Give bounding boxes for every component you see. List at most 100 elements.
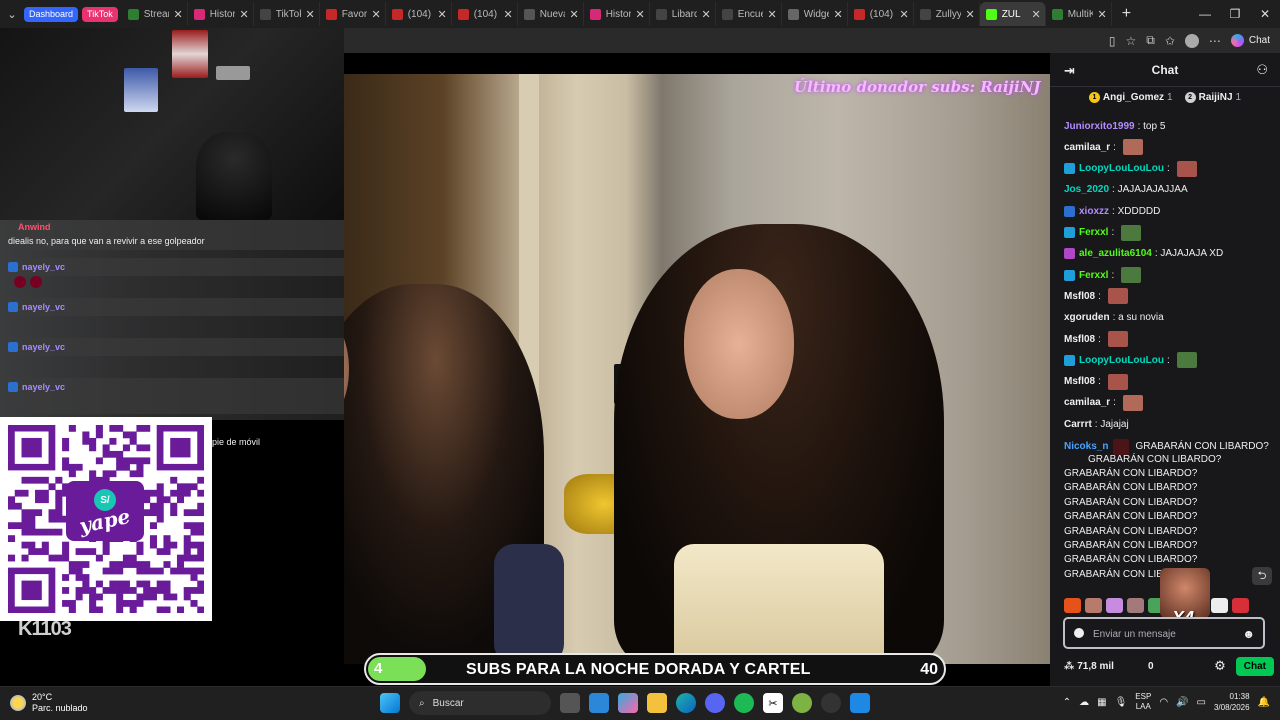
emote-image[interactable] [1085,598,1102,613]
chat-username[interactable]: LoopyLouLouLou [1079,355,1164,366]
browser-tab[interactable]: Nueva✕ [518,2,584,26]
chat-username[interactable]: Jos_2020 [1064,184,1109,195]
browser-tab[interactable]: (104) S✕ [452,2,518,26]
restore-icon[interactable]: ❐ [1220,7,1250,21]
chat-message[interactable]: Jos_2020: JAJAJAJAJJAA [1064,182,1188,198]
chat-username[interactable]: ale_azulita6104 [1079,248,1152,259]
chat-message[interactable]: Carrrt: Jajajaj [1064,416,1129,432]
browser-tab[interactable]: MultiKi✕ [1046,2,1112,26]
scroll-to-bottom-icon[interactable]: ⮌ [1252,567,1272,585]
chat-message-input[interactable] [1093,625,1241,643]
chat-username[interactable]: Ferxxl [1079,227,1108,238]
browser-tab[interactable]: ZUL ✕ [979,2,1046,26]
emote-image[interactable] [1121,267,1142,284]
chat-username[interactable]: Msfl08 [1064,291,1095,302]
close-tab-icon[interactable]: ✕ [305,8,314,21]
taskbar-clock[interactable]: 01:38 3/08/2026 [1214,691,1250,713]
browser-tab[interactable]: Dashboard [24,6,79,22]
leaderboard-entry[interactable]: 1 Angi_Gomez 1 [1088,91,1173,103]
emote-image[interactable] [1064,598,1081,613]
notifications-icon[interactable]: 🔔 [1258,697,1270,708]
close-tab-icon[interactable]: ✕ [833,8,842,21]
stream-video[interactable]: Último donador subs: RaijiNJ [344,74,1050,664]
close-tab-icon[interactable]: ✕ [701,8,710,21]
chat-username[interactable]: Nicoks_n [1064,441,1108,452]
browser-tab[interactable]: Widget✕ [782,2,848,26]
collapse-chat-icon[interactable]: ⇥ [1064,63,1075,79]
weather-widget[interactable]: 20°C Parc. nublado [10,692,88,714]
notes-app-icon[interactable] [589,693,609,713]
chat-message[interactable]: LoopyLouLouLou: [1064,352,1197,369]
taskbar-search[interactable]: ⌕ Buscar [409,691,551,715]
chat-username[interactable]: LoopyLouLouLou [1079,163,1164,174]
browser-tab[interactable]: Historia✕ [584,2,650,26]
emote-image[interactable] [1211,598,1228,613]
task-view-icon[interactable] [560,693,580,713]
wifi-icon[interactable]: ◠ [1159,697,1168,708]
browser-tab[interactable]: Encuent✕ [716,2,782,26]
capcut-icon[interactable]: ✂ [763,693,783,713]
tab-list-chevron-icon[interactable]: ⌄ [0,4,24,24]
emote-image[interactable] [1107,288,1128,305]
emote-image[interactable] [1122,139,1143,156]
browser-tab[interactable]: Favorit✕ [320,2,386,26]
emoji-picker-icon[interactable]: ☻ [1242,627,1255,641]
file-explorer-icon[interactable] [647,693,667,713]
snip-tool-icon[interactable] [850,693,870,713]
chat-message[interactable]: xgoruden: a su novia [1064,310,1164,326]
channel-points[interactable]: ⁂ 71,8 mil [1064,661,1114,672]
emote-image[interactable] [1107,373,1128,390]
community-users-icon[interactable]: ⚇ [1256,62,1268,78]
browser-tab[interactable]: TikTok ✕ [254,2,320,26]
chat-username[interactable]: xioxzz [1079,206,1109,217]
reading-mode-icon[interactable]: ▯ [1109,34,1116,48]
copilot-app-icon[interactable] [618,693,638,713]
close-tab-icon[interactable]: ✕ [173,8,182,21]
chat-message[interactable]: camilaa_r: [1064,139,1143,156]
chat-settings-icon[interactable]: ⚙ [1214,658,1226,674]
browser-tab[interactable]: (104) Y✕ [848,2,914,26]
emote-image[interactable] [1122,394,1143,411]
close-tab-icon[interactable]: ✕ [1097,8,1106,21]
close-tab-icon[interactable]: ✕ [899,8,908,21]
onedrive-icon[interactable]: ☁ [1079,697,1089,708]
close-window-icon[interactable]: ✕ [1250,7,1280,21]
close-tab-icon[interactable]: ✕ [371,8,380,21]
chat-message[interactable]: xioxzz: XDDDDD [1064,203,1160,219]
leaderboard-entry[interactable]: 2 RaijiNJ 1 [1184,91,1241,103]
chat-message[interactable]: Juniorxito1999: top 5 [1064,118,1165,134]
close-tab-icon[interactable]: ✕ [503,8,512,21]
discord-icon[interactable] [705,693,725,713]
favorites-icon[interactable]: ✩ [1165,34,1175,48]
chat-username[interactable]: Juniorxito1999 [1064,121,1135,132]
browser-tab[interactable]: Zullyy ✕ [914,2,980,26]
emote-image[interactable] [1176,352,1197,369]
emote-image[interactable] [1232,598,1249,613]
chat-username[interactable]: camilaa_r [1064,142,1110,153]
minimize-icon[interactable]: — [1190,7,1220,21]
profile-avatar-icon[interactable] [1184,33,1199,48]
microphone-icon[interactable]: 🎙 [1115,697,1128,708]
close-tab-icon[interactable]: ✕ [965,8,974,21]
close-tab-icon[interactable]: ✕ [239,8,248,21]
battery-icon[interactable]: ▭ [1197,697,1206,708]
chat-message-list[interactable]: Juniorxito1999: top 5 camilaa_r: LoopyLou… [1064,111,1274,641]
edge-browser-icon[interactable] [676,693,696,713]
extensions-icon[interactable]: ⧉ [1146,33,1155,48]
chat-username[interactable]: Carrrt [1064,419,1092,430]
browser-tab[interactable]: Stream✕ [122,2,188,26]
new-tab-button[interactable]: + [1122,5,1131,23]
chat-message[interactable]: Msfl08: [1064,373,1128,390]
emote-image[interactable] [1176,160,1197,177]
emote-image[interactable] [1106,598,1123,613]
chat-message[interactable]: Ferxxl: [1064,224,1142,241]
emote-image[interactable] [1121,224,1142,241]
close-tab-icon[interactable]: ✕ [635,8,644,21]
chat-username[interactable]: Ferxxl [1079,270,1108,281]
emote-image[interactable] [1127,598,1144,613]
browser-tab[interactable]: Libardo✕ [650,2,716,26]
browser-tab[interactable]: Historia✕ [188,2,254,26]
close-tab-icon[interactable]: ✕ [437,8,446,21]
obs-icon[interactable] [821,693,841,713]
copilot-chat-button[interactable]: Chat [1230,34,1270,47]
